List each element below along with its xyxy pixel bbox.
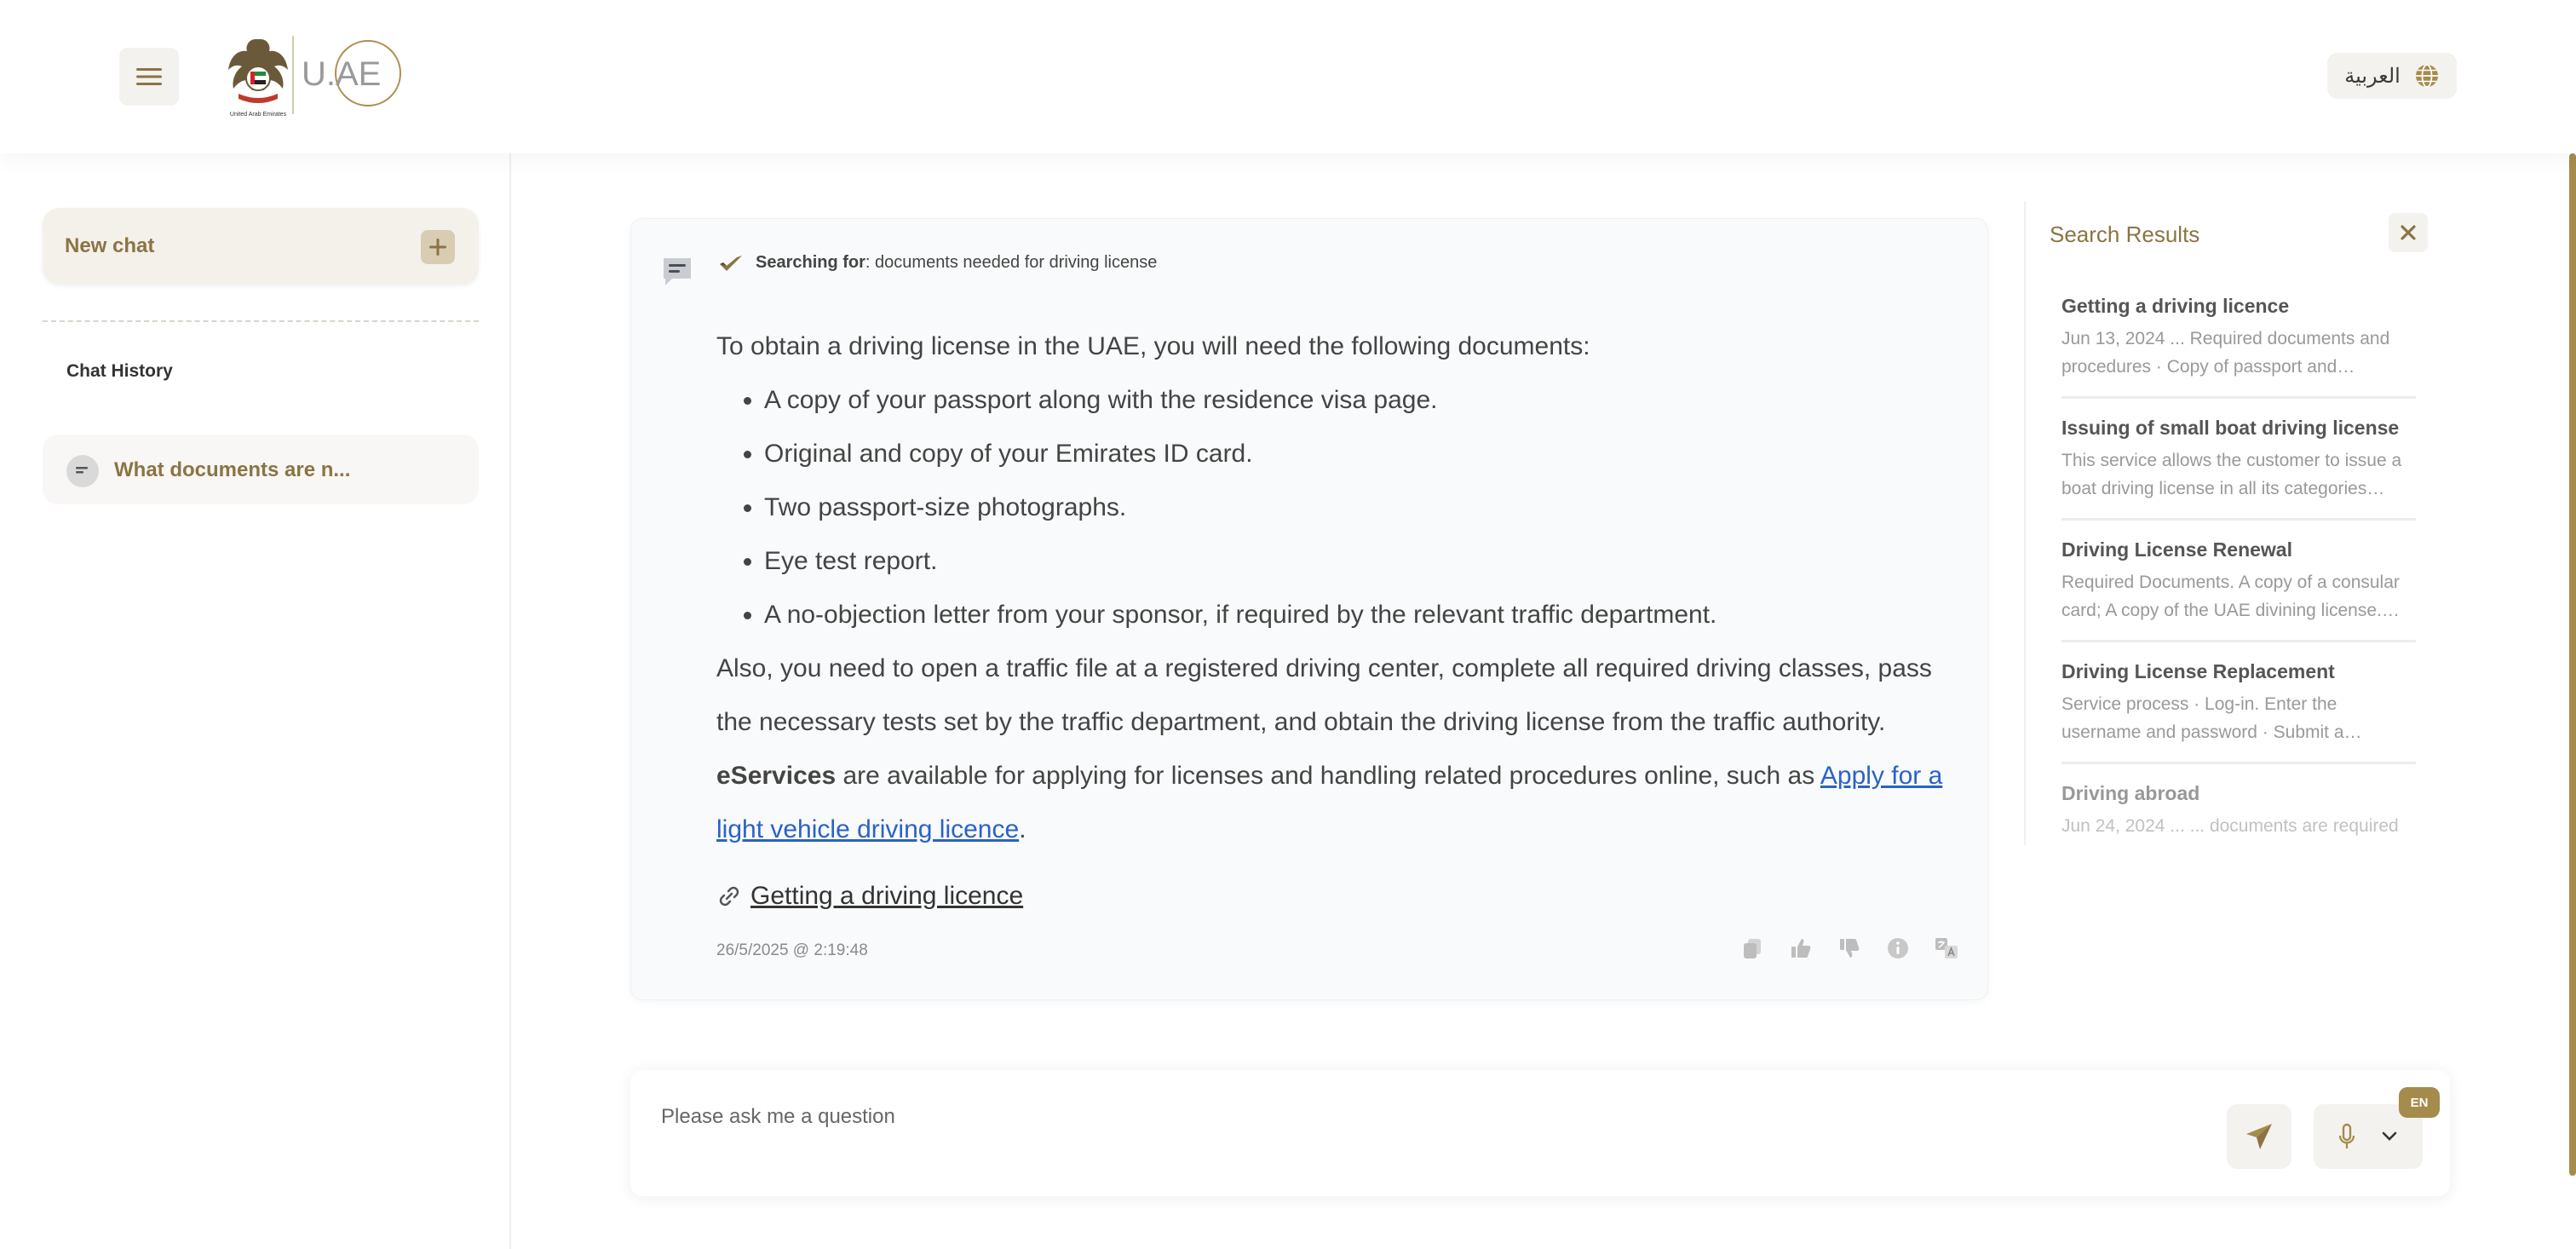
plus-icon xyxy=(421,230,455,264)
search-result-snippet: Jun 13, 2024 ... Required documents and … xyxy=(2061,329,2390,377)
paragraph-text: are available for applying for licenses … xyxy=(836,762,1820,790)
chat-history-item[interactable]: What documents are n... xyxy=(43,435,479,504)
globe-icon xyxy=(2415,64,2438,88)
chevron-down-icon[interactable] xyxy=(2381,1131,2398,1143)
answer-intro: To obtain a driving license in the UAE, … xyxy=(716,332,1590,360)
sidebar: New chat Chat History What documents are… xyxy=(0,153,511,1249)
language-switch-button[interactable]: العربية xyxy=(2327,53,2457,99)
info-button[interactable] xyxy=(1884,935,1912,962)
answer-text: To obtain a driving license in the UAE, … xyxy=(716,319,1969,856)
message-actions xyxy=(1739,935,1960,962)
translate-icon xyxy=(1935,938,1958,958)
chat-bubble-icon xyxy=(66,455,99,487)
search-result-title: Driving License Replacement xyxy=(2061,660,2335,682)
searching-label: Searching for xyxy=(756,253,865,272)
uae-logo[interactable]: United Arab Emirates U.AE xyxy=(223,31,411,119)
list-item: Two passport-size photographs. xyxy=(764,481,1969,534)
search-result-item[interactable]: Issuing of small boat driving license Th… xyxy=(2061,417,2416,521)
list-item: A no-objection letter from your sponsor,… xyxy=(764,588,1969,642)
chat-history-item-label: What documents are n... xyxy=(114,458,351,481)
list-item: Original and copy of your Emirates ID ca… xyxy=(764,427,1969,481)
search-result-title: Driving abroad xyxy=(2061,782,2200,804)
menu-icon xyxy=(136,68,162,85)
send-button[interactable] xyxy=(2227,1104,2291,1169)
new-chat-label: New chat xyxy=(65,234,155,257)
list-item: A copy of your passport along with the r… xyxy=(764,373,1969,427)
search-result-title: Issuing of small boat driving license xyxy=(2061,417,2400,439)
svg-text:U.AE: U.AE xyxy=(302,55,381,93)
close-results-button[interactable] xyxy=(2389,213,2428,252)
assistant-message-card: Searching for: documents needed for driv… xyxy=(630,218,1988,1000)
copy-icon xyxy=(1744,939,1761,958)
thumbs-down-button[interactable] xyxy=(1836,935,1863,962)
svg-text:United Arab Emirates: United Arab Emirates xyxy=(230,112,287,118)
language-label: العربية xyxy=(2344,64,2401,88)
hamburger-menu-button[interactable] xyxy=(119,48,179,106)
assistant-message-icon xyxy=(664,258,691,285)
uae-emblem-icon: United Arab Emirates U.AE xyxy=(228,36,401,118)
search-results-title: Search Results xyxy=(2050,222,2200,247)
paragraph-end: . xyxy=(1019,815,1026,843)
link-icon xyxy=(719,886,739,907)
search-result-snippet: Jun 24, 2024 ... ... documents are requi… xyxy=(2061,816,2399,836)
source-link-label: Getting a driving licence xyxy=(750,882,1024,910)
search-result-title: Getting a driving licence xyxy=(2061,295,2290,317)
close-icon xyxy=(2401,225,2416,240)
new-chat-button[interactable]: New chat xyxy=(43,208,479,285)
search-result-title: Driving License Renewal xyxy=(2061,538,2292,561)
search-result-snippet: Required Documents. A copy of a consular… xyxy=(2061,573,2400,620)
copy-button[interactable] xyxy=(1739,935,1766,962)
question-input[interactable] xyxy=(659,1104,1941,1130)
thumbs-up-icon xyxy=(1791,939,1811,958)
eservices-bold: eServices xyxy=(716,762,837,790)
list-item: Eye test report. xyxy=(764,534,1969,588)
translate-button[interactable] xyxy=(1933,935,1960,962)
search-result-item[interactable]: Getting a driving licence Jun 13, 2024 .… xyxy=(2061,295,2416,399)
source-link[interactable]: Getting a driving licence xyxy=(716,882,1023,911)
thumbs-down-icon xyxy=(1840,939,1860,958)
info-icon xyxy=(1888,938,1908,958)
answer-paragraph: Also, you need to open a traffic file at… xyxy=(716,642,1969,856)
paragraph-text: Also, you need to open a traffic file at… xyxy=(716,654,1932,736)
page-scrollbar[interactable] xyxy=(2569,153,2576,1176)
chat-history-title: Chat History xyxy=(66,361,173,381)
thumbs-up-button[interactable] xyxy=(1787,935,1814,962)
send-icon xyxy=(2246,1124,2272,1149)
message-timestamp: 26/5/2025 @ 2:19:48 xyxy=(716,941,868,959)
search-result-snippet: This service allows the customer to issu… xyxy=(2061,451,2402,498)
chat-input-bar: EN xyxy=(630,1070,2450,1196)
search-results-panel: Search Results Getting a driving licence… xyxy=(2024,201,2428,845)
searching-status: Searching for: documents needed for driv… xyxy=(718,253,1157,273)
document-list: A copy of your passport along with the r… xyxy=(716,373,1969,642)
search-check-icon xyxy=(720,255,742,271)
search-result-item[interactable]: Driving abroad Jun 24, 2024 ... ... docu… xyxy=(2061,782,2416,845)
search-result-snippet: Service process · Log-in. Enter the user… xyxy=(2061,694,2362,742)
search-result-item[interactable]: Driving License Replacement Service proc… xyxy=(2061,660,2416,764)
top-header: United Arab Emirates U.AE العربية xyxy=(0,0,2576,153)
searching-query: : documents needed for driving license xyxy=(865,253,1158,272)
search-result-item[interactable]: Driving License Renewal Required Documen… xyxy=(2061,538,2416,642)
sidebar-divider xyxy=(43,320,479,322)
microphone-icon xyxy=(2338,1123,2355,1148)
language-badge: EN xyxy=(2399,1087,2440,1118)
